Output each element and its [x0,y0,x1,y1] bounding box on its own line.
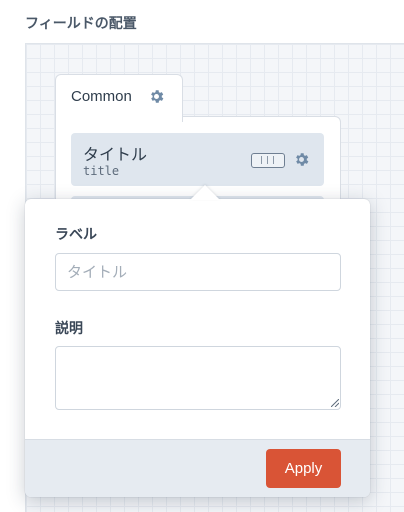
description-heading: 説明 [55,321,83,337]
apply-button[interactable]: Apply [266,449,341,488]
label-heading: ラベル [55,227,97,243]
section-title: フィールドの配置 [25,16,137,32]
popover-arrow [190,185,220,200]
field-label: タイトル [83,145,148,164]
popover-footer: Apply [25,439,370,497]
gear-icon[interactable] [148,88,165,105]
toggle-icon[interactable] [251,153,285,168]
tab-common[interactable]: Common [55,74,183,122]
description-textarea[interactable] [55,346,341,410]
field-item-title[interactable]: タイトル title [71,133,324,186]
resize-grip-icon[interactable] [331,399,339,407]
tab-label: Common [71,88,132,105]
field-key: title [83,164,120,178]
field-settings-popover: ラベル 説明 Apply [25,199,370,497]
gear-icon[interactable] [293,151,310,168]
label-input[interactable] [55,253,341,291]
